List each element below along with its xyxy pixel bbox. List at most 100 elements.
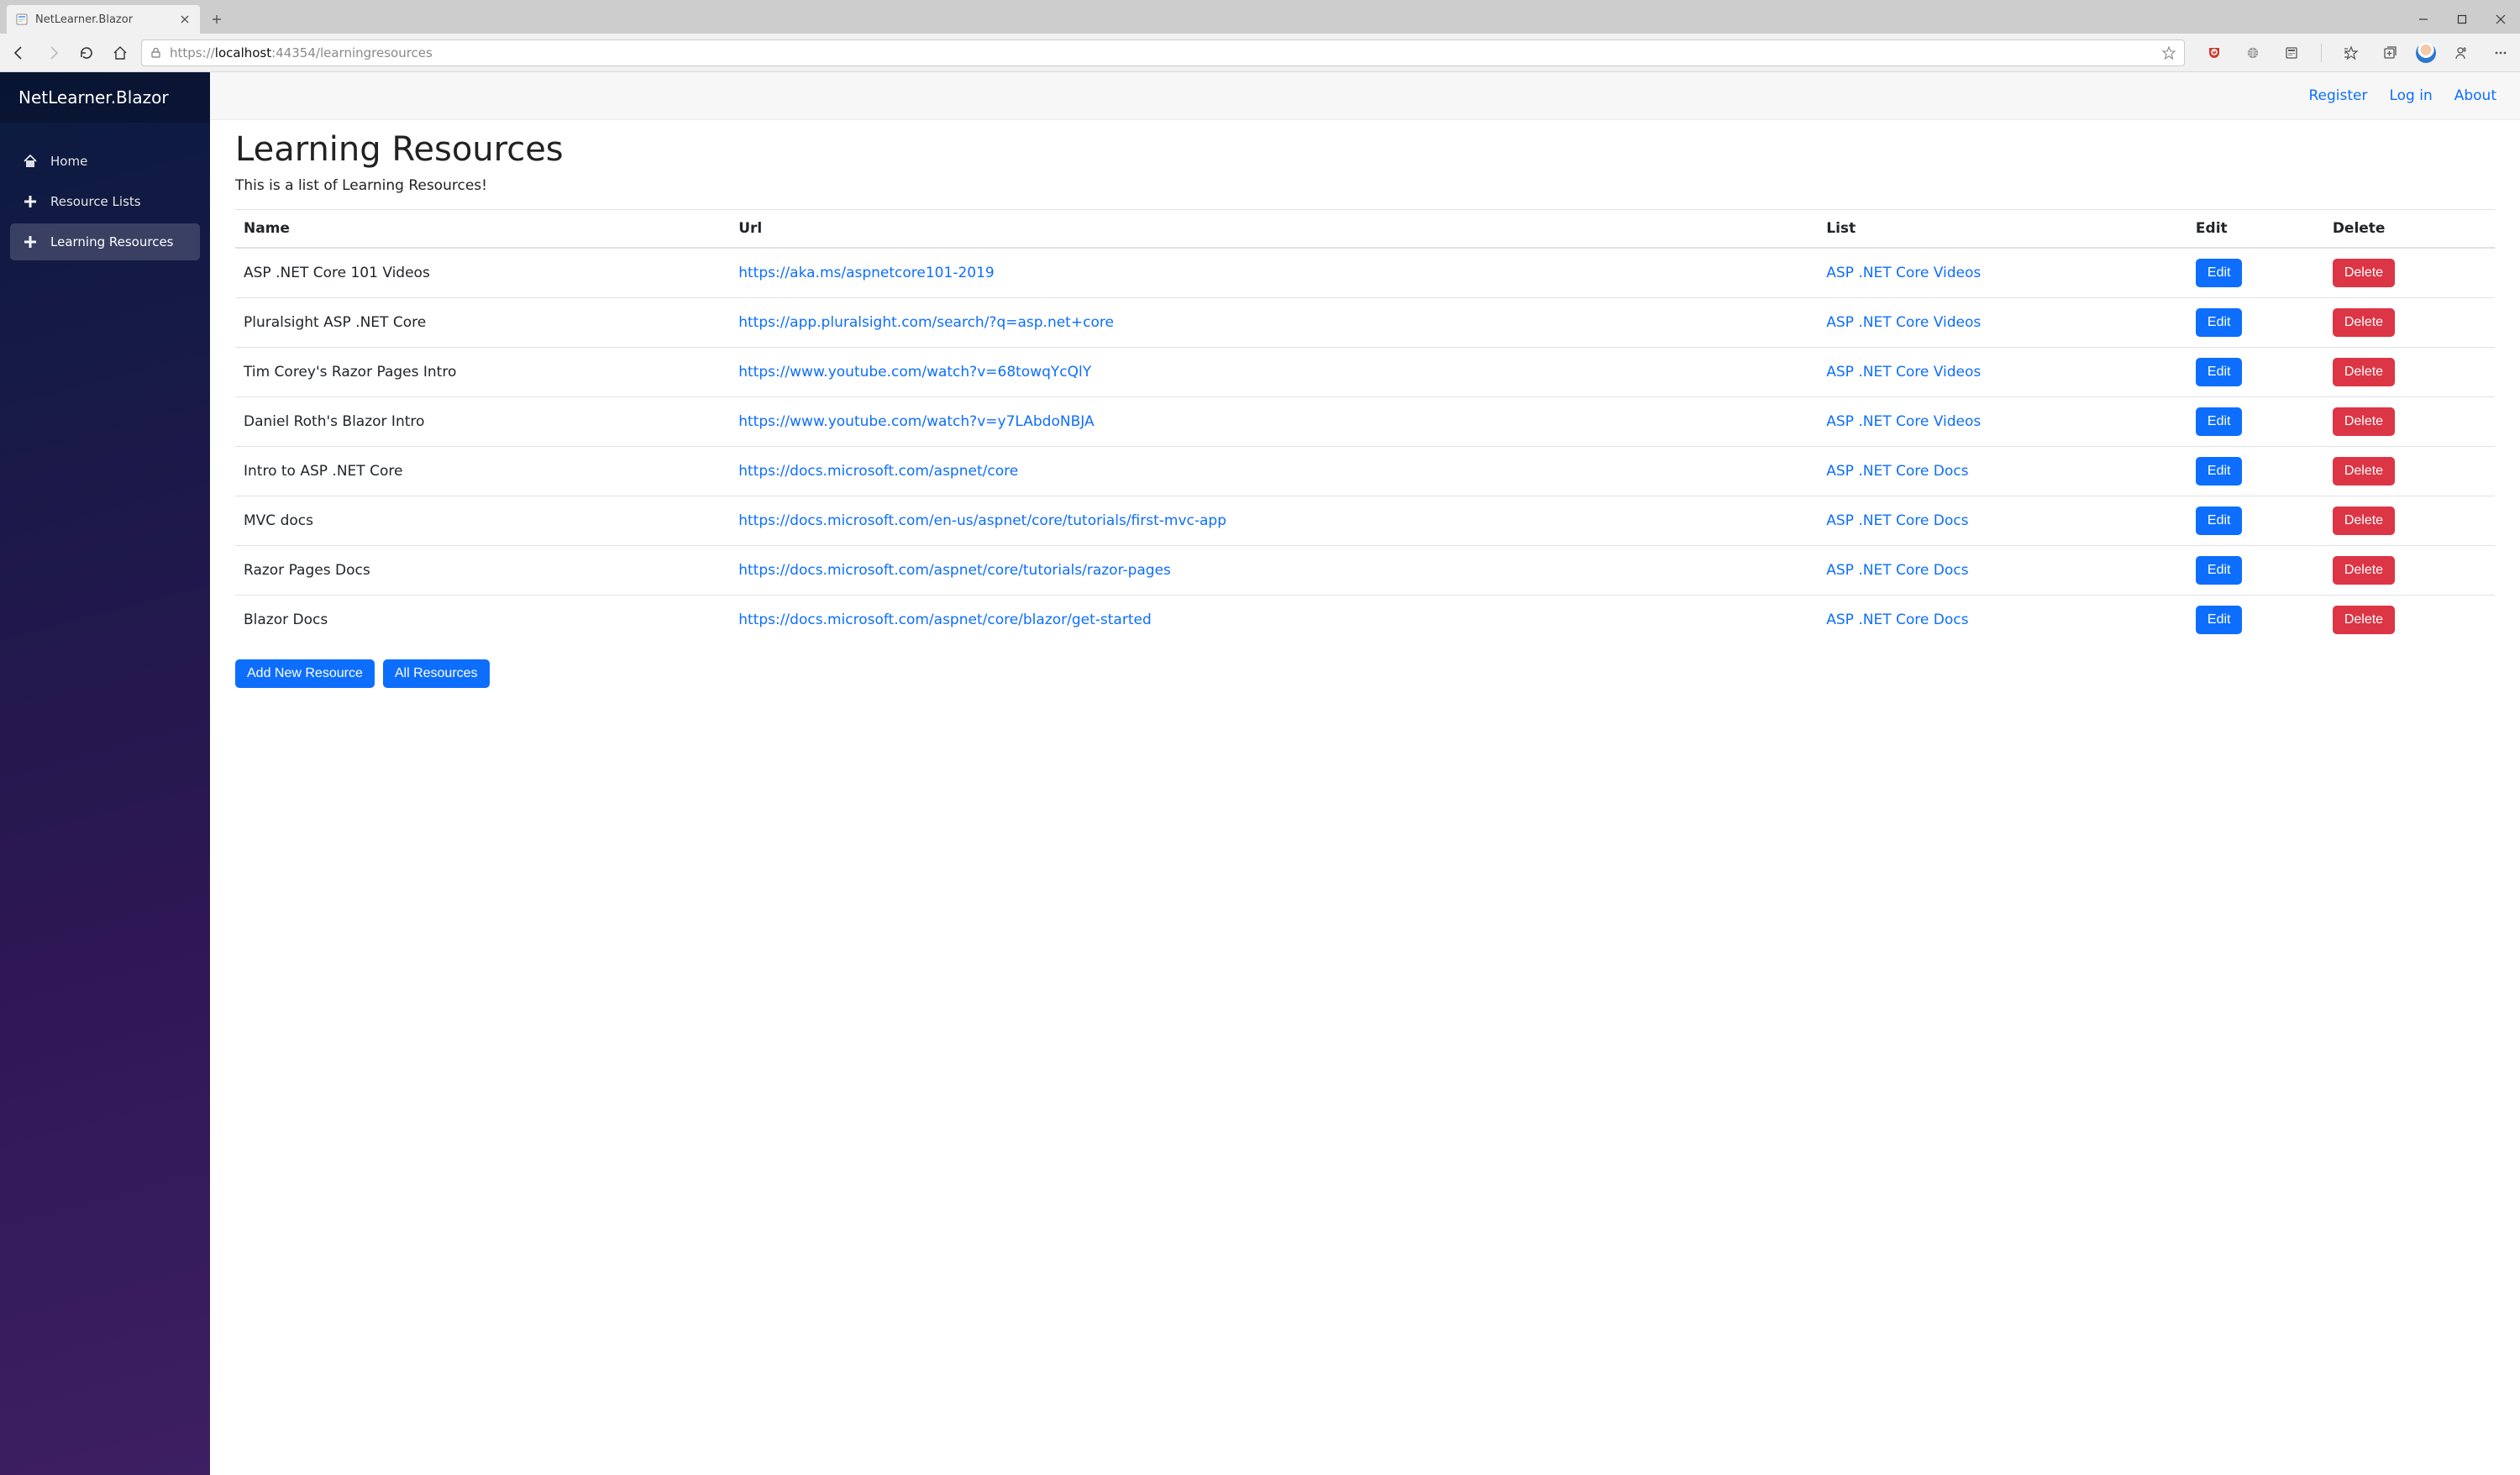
resource-list-link[interactable]: ASP .NET Core Videos [1826, 413, 1981, 430]
maximize-button[interactable] [2443, 5, 2481, 34]
delete-button[interactable]: Delete [2333, 308, 2395, 337]
resource-url-link[interactable]: https://docs.microsoft.com/aspnet/core/t… [738, 562, 1171, 579]
favorites-button[interactable] [2339, 40, 2364, 66]
plus-icon [22, 234, 39, 250]
resource-url-link[interactable]: https://docs.microsoft.com/en-us/aspnet/… [738, 512, 1226, 529]
profile-avatar[interactable] [2416, 43, 2436, 63]
delete-button[interactable]: Delete [2333, 507, 2395, 535]
sidebar-item-label: Resource Lists [50, 194, 141, 209]
separator [2321, 44, 2322, 62]
table-row: Intro to ASP .NET Core https://docs.micro… [235, 447, 2495, 496]
table-row: MVC docs https://docs.microsoft.com/en-us… [235, 496, 2495, 546]
new-tab-button[interactable] [203, 6, 230, 33]
col-url: Url [730, 210, 1818, 249]
close-tab-icon[interactable] [178, 13, 192, 26]
cell-url: https://app.pluralsight.com/search/?q=as… [730, 298, 1818, 348]
cell-delete: Delete [2324, 447, 2495, 496]
table-row: Blazor Docshttps://docs.microsoft.com/as… [235, 596, 2495, 645]
delete-button[interactable]: Delete [2333, 358, 2395, 386]
resource-list-link[interactable]: ASP .NET Core Docs [1826, 512, 1968, 529]
sidebar-item-resource-lists[interactable]: Resource Lists [10, 183, 200, 220]
resource-list-link[interactable]: ASP .NET Core Videos [1826, 364, 1981, 381]
col-list: List [1818, 210, 2187, 249]
cell-url: https://aka.ms/aspnetcore101-2019 [730, 248, 1818, 298]
cell-url: https://www.youtube.com/watch?v=68towqYc… [730, 348, 1818, 397]
cell-list: ASP .NET Core Docs [1818, 546, 2187, 596]
edit-button[interactable]: Edit [2196, 407, 2243, 436]
refresh-button[interactable] [74, 40, 99, 66]
resource-url-link[interactable]: https://app.pluralsight.com/search/?q=as… [738, 314, 1114, 331]
plus-icon [22, 193, 39, 210]
forward-button[interactable] [40, 40, 66, 66]
page-title: Learning Resources [235, 130, 2495, 169]
cell-edit: Edit [2187, 248, 2324, 298]
cell-edit: Edit [2187, 546, 2324, 596]
edit-button[interactable]: Edit [2196, 507, 2243, 535]
edit-button[interactable]: Edit [2196, 308, 2243, 337]
cell-list: ASP .NET Core Videos [1818, 298, 2187, 348]
cell-url: https://docs.microsoft.com/aspnet/core [730, 447, 1818, 496]
resources-table: Name Url List Edit Delete ASP .NET Core … [235, 209, 2495, 644]
page-actions: Add New Resource All Resources [235, 659, 2495, 688]
extension-reader-icon[interactable] [2279, 40, 2304, 66]
sidebar-item-learning-resources[interactable]: Learning Resources [10, 223, 200, 260]
cell-list: ASP .NET Core Videos [1818, 248, 2187, 298]
delete-button[interactable]: Delete [2333, 407, 2395, 436]
resource-list-link[interactable]: ASP .NET Core Docs [1826, 562, 1968, 579]
resource-url-link[interactable]: https://aka.ms/aspnetcore101-2019 [738, 265, 995, 281]
browser-tab[interactable]: NetLearner.Blazor [7, 5, 200, 34]
close-window-button[interactable] [2481, 5, 2520, 34]
home-button[interactable] [108, 40, 133, 66]
cell-url: https://docs.microsoft.com/aspnet/core/b… [730, 596, 1818, 645]
cell-edit: Edit [2187, 348, 2324, 397]
add-new-resource-button[interactable]: Add New Resource [235, 659, 375, 688]
cell-delete: Delete [2324, 298, 2495, 348]
feedback-button[interactable] [2449, 40, 2475, 66]
cell-name: Daniel Roth's Blazor Intro [235, 397, 730, 447]
resource-list-link[interactable]: ASP .NET Core Videos [1826, 265, 1981, 281]
cell-edit: Edit [2187, 496, 2324, 546]
sidebar-nav: Home Resource Lists Learning Resources [0, 134, 210, 269]
resource-list-link[interactable]: ASP .NET Core Videos [1826, 314, 1981, 331]
cell-delete: Delete [2324, 596, 2495, 645]
cell-name: Tim Corey's Razor Pages Intro [235, 348, 730, 397]
sidebar-item-home[interactable]: Home [10, 143, 200, 180]
sidebar-item-label: Home [50, 154, 87, 169]
login-link[interactable]: Log in [2389, 87, 2432, 104]
edit-button[interactable]: Edit [2196, 358, 2243, 386]
sidebar-item-label: Learning Resources [50, 234, 174, 249]
cell-name: MVC docs [235, 496, 730, 546]
table-row: Razor Pages Docshttps://docs.microsoft.c… [235, 546, 2495, 596]
extension-ublock-icon[interactable] [2202, 40, 2227, 66]
all-resources-button[interactable]: All Resources [383, 659, 490, 688]
resource-url-link[interactable]: https://docs.microsoft.com/aspnet/core/b… [738, 612, 1152, 628]
address-bar[interactable]: https://localhost:44354/learningresource… [141, 39, 2185, 66]
delete-button[interactable]: Delete [2333, 606, 2395, 634]
resource-url-link[interactable]: https://docs.microsoft.com/aspnet/core [738, 463, 1018, 480]
delete-button[interactable]: Delete [2333, 556, 2395, 585]
favorite-icon[interactable] [2162, 46, 2176, 60]
cell-edit: Edit [2187, 447, 2324, 496]
edit-button[interactable]: Edit [2196, 457, 2243, 486]
edit-button[interactable]: Edit [2196, 259, 2243, 287]
table-row: Pluralsight ASP .NET Corehttps://app.plu… [235, 298, 2495, 348]
resource-url-link[interactable]: https://www.youtube.com/watch?v=y7LAbdoN… [738, 413, 1094, 430]
back-button[interactable] [7, 40, 32, 66]
cell-list: ASP .NET Core Docs [1818, 496, 2187, 546]
brand-title[interactable]: NetLearner.Blazor [0, 72, 210, 123]
page-content: Learning Resources This is a list of Lea… [210, 120, 2520, 713]
resource-url-link[interactable]: https://www.youtube.com/watch?v=68towqYc… [738, 364, 1091, 381]
delete-button[interactable]: Delete [2333, 259, 2395, 287]
extension-globe-icon[interactable] [2240, 40, 2265, 66]
resource-list-link[interactable]: ASP .NET Core Docs [1826, 612, 1968, 628]
delete-button[interactable]: Delete [2333, 457, 2395, 486]
about-link[interactable]: About [2454, 87, 2496, 104]
cell-name: Intro to ASP .NET Core [235, 447, 730, 496]
minimize-button[interactable] [2404, 5, 2443, 34]
edit-button[interactable]: Edit [2196, 606, 2243, 634]
register-link[interactable]: Register [2308, 87, 2367, 104]
more-button[interactable] [2488, 40, 2513, 66]
edit-button[interactable]: Edit [2196, 556, 2243, 585]
resource-list-link[interactable]: ASP .NET Core Docs [1826, 463, 1968, 480]
collections-button[interactable] [2377, 40, 2402, 66]
